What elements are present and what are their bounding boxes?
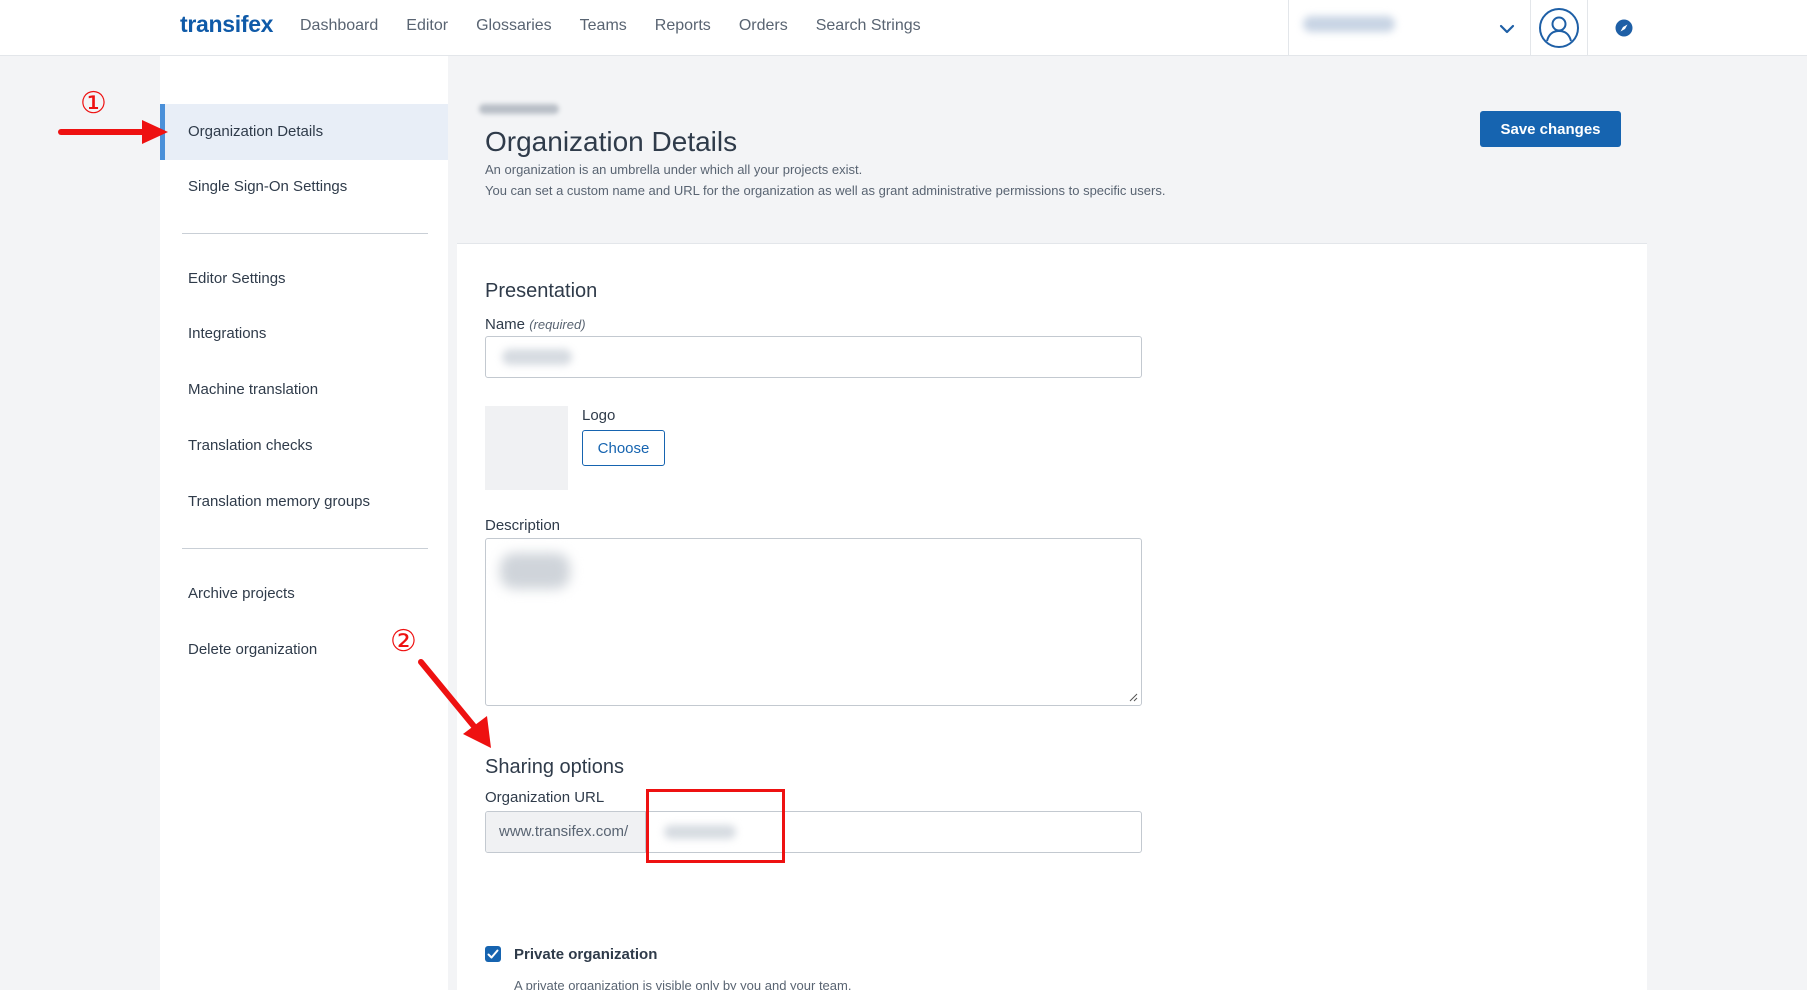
sidebar-item-single-sign-on-settings[interactable]: Single Sign-On Settings — [160, 159, 448, 215]
nav-right-controls — [1288, 0, 1807, 56]
nav-teams[interactable]: Teams — [580, 17, 627, 35]
organization-name-input[interactable] — [485, 336, 1142, 378]
organization-url-input[interactable]: www.transifex.com/ — [485, 811, 1142, 853]
description-label: Description — [485, 517, 561, 534]
presentation-section-title: Presentation — [485, 280, 598, 302]
logo-preview — [485, 406, 568, 490]
name-label-text: Name — [485, 316, 526, 333]
page-description-line2: You can set a custom name and URL for th… — [485, 183, 1166, 198]
description-value-redacted — [500, 553, 570, 589]
private-organization-label[interactable]: Private organization — [514, 946, 657, 963]
url-prefix: www.transifex.com/ — [486, 812, 646, 852]
nav-orders[interactable]: Orders — [739, 17, 788, 35]
page-title: Organization Details — [485, 126, 738, 157]
sharing-options-section-title: Sharing options — [485, 756, 624, 778]
nav-editor[interactable]: Editor — [406, 17, 448, 35]
compass-icon[interactable] — [1615, 19, 1633, 37]
annotation-marker-1: ① — [80, 86, 107, 121]
resize-handle-icon[interactable] — [1128, 692, 1138, 702]
organization-switcher[interactable] — [1288, 0, 1531, 56]
url-slug-redacted — [664, 825, 736, 839]
sidebar-item-editor-settings[interactable]: Editor Settings — [160, 251, 448, 307]
top-navigation-bar: transifex Dashboard Editor Glossaries Te… — [0, 0, 1807, 56]
organization-url-label: Organization URL — [485, 789, 605, 806]
nav-dashboard[interactable]: Dashboard — [300, 17, 378, 35]
required-hint: (required) — [529, 317, 586, 332]
sidebar-item-integrations[interactable]: Integrations — [160, 306, 448, 362]
nav-glossaries[interactable]: Glossaries — [476, 17, 552, 35]
sidebar-item-organization-details[interactable]: Organization Details — [160, 104, 448, 160]
sidebar-item-archive-projects[interactable]: Archive projects — [160, 566, 448, 622]
sidebar-item-machine-translation[interactable]: Machine translation — [160, 362, 448, 418]
main-content: Organization Details An organization is … — [457, 56, 1647, 990]
checkmark-icon — [487, 949, 499, 959]
choose-logo-button[interactable]: Choose — [582, 430, 665, 466]
sidebar-item-delete-organization[interactable]: Delete organization — [160, 622, 448, 678]
profile-menu[interactable] — [1531, 0, 1588, 56]
name-value-redacted — [502, 349, 572, 365]
save-changes-button[interactable]: Save changes — [1480, 111, 1621, 147]
private-organization-checkbox[interactable] — [485, 946, 501, 962]
sidebar-item-translation-memory-groups[interactable]: Translation memory groups — [160, 474, 448, 530]
sidebar-item-translation-checks[interactable]: Translation checks — [160, 418, 448, 474]
breadcrumb-redacted — [479, 104, 559, 114]
chevron-down-icon[interactable] — [1496, 18, 1518, 40]
private-organization-help: A private organization is visible only b… — [514, 978, 852, 990]
organization-name-redacted — [1303, 16, 1395, 32]
sidebar-divider — [182, 233, 428, 234]
page-header: Organization Details An organization is … — [457, 56, 1647, 244]
description-textarea[interactable] — [485, 538, 1142, 706]
logo-label: Logo — [582, 407, 616, 424]
sidebar-divider — [182, 548, 428, 549]
name-field-label: Name (required) — [485, 316, 586, 333]
transifex-logo[interactable]: transifex — [180, 11, 273, 38]
user-avatar-icon[interactable] — [1539, 8, 1579, 48]
main-nav: Dashboard Editor Glossaries Teams Report… — [300, 17, 949, 35]
page-description-line1: An organization is an umbrella under whi… — [485, 162, 863, 177]
annotation-arrow-right-icon — [58, 120, 168, 144]
nav-search-strings[interactable]: Search Strings — [816, 17, 921, 35]
settings-sidebar: Organization Details Single Sign-On Sett… — [160, 56, 448, 990]
nav-reports[interactable]: Reports — [655, 17, 711, 35]
